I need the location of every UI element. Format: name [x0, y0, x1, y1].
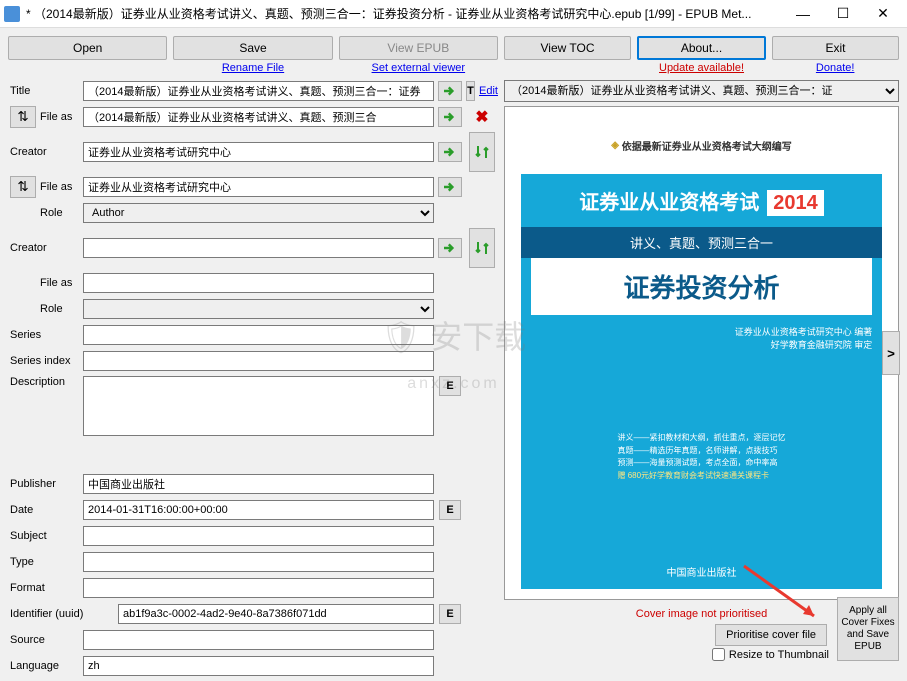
date-e-button[interactable]: E: [439, 500, 461, 520]
role2-select[interactable]: [83, 299, 434, 319]
cover-image: ◈ 依据最新证券业从业资格考试大纲编写 证券业从业资格考试2014 讲义、真题、…: [521, 117, 883, 589]
label-description: Description: [8, 376, 83, 388]
close-button[interactable]: ✕: [863, 0, 903, 28]
label-role2: Role: [38, 303, 83, 315]
swap-creator1-button[interactable]: ⇅: [10, 176, 36, 198]
description-e-button[interactable]: E: [439, 376, 461, 396]
creator2-swap-button[interactable]: [469, 228, 495, 268]
window-controls: — ☐ ✕: [783, 0, 903, 28]
identifier-e-button[interactable]: E: [439, 604, 461, 624]
t-button[interactable]: T: [466, 81, 475, 101]
prioritise-cover-button[interactable]: Prioritise cover file: [715, 624, 827, 646]
title-arrow-button[interactable]: [438, 81, 462, 101]
label-publisher: Publisher: [8, 478, 83, 490]
title-dropdown[interactable]: （2014最新版）证券业从业资格考试讲义、真题、预测三合一：证: [504, 80, 899, 102]
label-subject: Subject: [8, 530, 83, 542]
edit-link[interactable]: Edit: [479, 85, 498, 97]
label-type: Type: [8, 556, 83, 568]
creator1-arrow-button[interactable]: [438, 142, 462, 162]
next-cover-button[interactable]: >: [882, 331, 900, 375]
resize-label: Resize to Thumbnail: [729, 649, 829, 661]
creator1-fileas-input[interactable]: [83, 177, 434, 197]
source-input[interactable]: [83, 630, 434, 650]
creator1-swap-button[interactable]: [469, 132, 495, 172]
swap-title-button[interactable]: ⇅: [10, 106, 36, 128]
creator1-fileas-arrow-button[interactable]: [438, 177, 462, 197]
series-input[interactable]: [83, 325, 434, 345]
creator2-arrow-button[interactable]: [438, 238, 462, 258]
label-language: Language: [8, 660, 83, 672]
label-series-index: Series index: [8, 355, 83, 367]
label-series: Series: [8, 329, 83, 341]
role1-select[interactable]: Author: [83, 203, 434, 223]
subject-input[interactable]: [83, 526, 434, 546]
label-date: Date: [8, 504, 83, 516]
series-index-input[interactable]: [83, 351, 434, 371]
open-button[interactable]: Open: [8, 36, 167, 60]
label-role1: Role: [38, 207, 83, 219]
donate-link[interactable]: Donate!: [816, 62, 855, 74]
format-input[interactable]: [83, 578, 434, 598]
save-button[interactable]: Save: [173, 36, 332, 60]
type-input[interactable]: [83, 552, 434, 572]
app-icon: [4, 6, 20, 22]
label-creator1: Creator: [8, 146, 83, 158]
creator2-fileas-input[interactable]: [83, 273, 434, 293]
creator2-input[interactable]: [83, 238, 434, 258]
apply-all-button[interactable]: Apply all Cover Fixes and Save EPUB: [837, 597, 899, 661]
label-creator2: Creator: [8, 242, 83, 254]
title-fileas-input[interactable]: [83, 107, 434, 127]
maximize-button[interactable]: ☐: [823, 0, 863, 28]
creator1-input[interactable]: [83, 142, 434, 162]
titlebar: * （2014最新版）证券业从业资格考试讲义、真题、预测三合一：证券投资分析 -…: [0, 0, 907, 28]
label-title: Title: [8, 85, 83, 97]
view-toc-button[interactable]: View TOC: [504, 36, 631, 60]
label-identifier: Identifier (uuid): [8, 608, 98, 620]
about-button[interactable]: About...: [637, 36, 766, 60]
date-input[interactable]: [83, 500, 434, 520]
label-format: Format: [8, 582, 83, 594]
view-epub-button[interactable]: View EPUB: [339, 36, 498, 60]
update-available-link[interactable]: Update available!: [659, 62, 744, 74]
left-panel: Open Save View EPUB Rename File Set exte…: [8, 36, 498, 661]
title-fileas-arrow-button[interactable]: [438, 107, 462, 127]
identifier-input[interactable]: [118, 604, 434, 624]
cover-preview: ◈ 依据最新证券业从业资格考试大纲编写 证券业从业资格考试2014 讲义、真题、…: [504, 106, 899, 600]
rename-file-link[interactable]: Rename File: [222, 62, 284, 74]
language-input[interactable]: [83, 656, 434, 676]
label-source: Source: [8, 634, 83, 646]
window-title: * （2014最新版）证券业从业资格考试讲义、真题、预测三合一：证券投资分析 -…: [26, 5, 783, 22]
label-creator2-fileas: File as: [38, 277, 83, 289]
exit-button[interactable]: Exit: [772, 36, 899, 60]
description-input[interactable]: [83, 376, 434, 436]
publisher-input[interactable]: [83, 474, 434, 494]
label-title-fileas: File as: [38, 111, 83, 123]
delete-icon[interactable]: ✖: [475, 107, 488, 127]
title-input[interactable]: [83, 81, 434, 101]
label-creator1-fileas: File as: [38, 181, 83, 193]
minimize-button[interactable]: —: [783, 0, 823, 28]
resize-checkbox[interactable]: [712, 648, 725, 661]
set-external-viewer-link[interactable]: Set external viewer: [372, 62, 466, 74]
right-panel: View TOC About... Exit Update available!…: [504, 36, 899, 661]
